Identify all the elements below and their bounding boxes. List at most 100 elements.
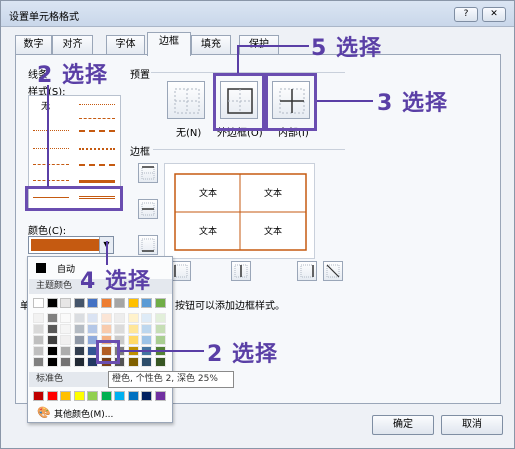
- border-center-button[interactable]: [231, 261, 251, 281]
- theme-shade-swatch[interactable]: [73, 357, 85, 367]
- standard-color-swatch[interactable]: [114, 391, 125, 401]
- standard-color-swatch[interactable]: [73, 391, 85, 401]
- line-style-dot[interactable]: [33, 148, 69, 149]
- tab-number[interactable]: 数字: [15, 35, 52, 55]
- theme-shade-swatch[interactable]: [127, 313, 139, 323]
- theme-shade-swatch[interactable]: [154, 357, 166, 367]
- color-tooltip: 橙色, 个性色 2, 深色 25%: [108, 371, 234, 388]
- border-preview[interactable]: 文本 文本 文本 文本: [164, 163, 315, 259]
- theme-shade-swatch[interactable]: [46, 346, 58, 356]
- theme-shade-swatch[interactable]: [100, 313, 112, 323]
- help-button[interactable]: ?: [454, 7, 478, 22]
- theme-shade-swatch[interactable]: [46, 313, 58, 323]
- theme-shade-swatch[interactable]: [114, 313, 125, 323]
- border-diagonal-button[interactable]: [323, 261, 343, 281]
- theme-shade-swatch[interactable]: [60, 324, 71, 334]
- standard-color-swatch[interactable]: [141, 391, 152, 401]
- standard-color-swatch[interactable]: [60, 391, 71, 401]
- tab-border[interactable]: 边框: [147, 32, 191, 56]
- theme-color-swatch[interactable]: [73, 298, 85, 308]
- theme-shade-swatch[interactable]: [141, 313, 152, 323]
- theme-shade-swatch[interactable]: [73, 346, 85, 356]
- theme-color-swatch[interactable]: [114, 298, 125, 308]
- standard-color-swatch[interactable]: [127, 391, 139, 401]
- theme-shade-swatch[interactable]: [154, 313, 166, 323]
- line-style-dotted[interactable]: [79, 104, 115, 105]
- theme-shade-swatch[interactable]: [33, 335, 44, 345]
- theme-shade-swatch[interactable]: [87, 324, 98, 334]
- annotation-step-4: 4 选择: [80, 269, 151, 294]
- theme-shade-swatch[interactable]: [33, 313, 44, 323]
- border-top-button[interactable]: [138, 163, 158, 183]
- tab-font[interactable]: 字体: [106, 35, 145, 55]
- automatic-color-swatch[interactable]: [36, 263, 46, 273]
- automatic-color-option[interactable]: 自动: [57, 262, 75, 275]
- line-style-medium-dash[interactable]: [79, 164, 115, 166]
- theme-color-swatch[interactable]: [154, 298, 166, 308]
- more-colors-option[interactable]: 其他颜色(M)...: [54, 407, 113, 420]
- theme-color-swatch[interactable]: [60, 298, 71, 308]
- theme-color-swatch[interactable]: [33, 298, 44, 308]
- theme-shade-swatch[interactable]: [46, 335, 58, 345]
- annotation-step-5: 5 选择: [311, 36, 382, 61]
- annotation-connector: [237, 45, 239, 73]
- theme-color-swatch[interactable]: [87, 298, 98, 308]
- standard-color-swatch[interactable]: [33, 391, 44, 401]
- theme-shade-swatch[interactable]: [60, 346, 71, 356]
- standard-color-swatch[interactable]: [100, 391, 112, 401]
- border-bottom-button[interactable]: [138, 235, 158, 255]
- preset-none-button[interactable]: [167, 81, 205, 119]
- border-middle-button[interactable]: [138, 199, 158, 219]
- theme-shade-swatch[interactable]: [60, 335, 71, 345]
- close-button[interactable]: ✕: [482, 7, 506, 22]
- tab-alignment[interactable]: 对齐: [52, 35, 93, 55]
- preview-cell-text: 文本: [263, 227, 282, 237]
- theme-shade-swatch[interactable]: [73, 313, 85, 323]
- line-style-slant[interactable]: [79, 148, 115, 150]
- theme-shade-swatch[interactable]: [141, 357, 152, 367]
- annotation-step-2b: 2 选择: [207, 342, 278, 367]
- standard-color-swatch[interactable]: [87, 391, 98, 401]
- standard-color-swatch[interactable]: [154, 391, 166, 401]
- border-group-label: 边框: [130, 147, 150, 158]
- ok-button[interactable]: 确定: [372, 415, 434, 435]
- highlight-inside-preset: [265, 73, 317, 131]
- theme-shade-swatch[interactable]: [87, 313, 98, 323]
- theme-shade-swatch[interactable]: [141, 324, 152, 334]
- theme-shade-swatch[interactable]: [127, 335, 139, 345]
- theme-shade-swatch[interactable]: [46, 324, 58, 334]
- theme-shade-swatch[interactable]: [33, 357, 44, 367]
- line-style-thick[interactable]: [79, 180, 115, 183]
- theme-shade-swatch[interactable]: [60, 313, 71, 323]
- theme-color-swatch[interactable]: [141, 298, 152, 308]
- theme-shade-swatch[interactable]: [141, 335, 152, 345]
- theme-shade-swatch[interactable]: [60, 357, 71, 367]
- theme-color-swatch[interactable]: [100, 298, 112, 308]
- line-style-dash-dot[interactable]: [79, 118, 115, 119]
- theme-shade-swatch[interactable]: [154, 335, 166, 345]
- border-right-button[interactable]: [297, 261, 317, 281]
- theme-shade-swatch[interactable]: [114, 324, 125, 334]
- theme-color-swatch[interactable]: [46, 298, 58, 308]
- theme-shade-swatch[interactable]: [100, 324, 112, 334]
- line-style-long-dash[interactable]: [33, 180, 69, 181]
- theme-shade-swatch[interactable]: [127, 357, 139, 367]
- theme-shade-swatch[interactable]: [33, 324, 44, 334]
- cancel-button[interactable]: 取消: [441, 415, 503, 435]
- theme-shade-swatch[interactable]: [127, 324, 139, 334]
- line-color-dropdown[interactable]: ▼: [28, 236, 114, 254]
- tab-fill[interactable]: 填充: [191, 35, 231, 55]
- theme-shade-swatch[interactable]: [33, 346, 44, 356]
- theme-shade-swatch[interactable]: [73, 324, 85, 334]
- theme-shade-swatch[interactable]: [154, 324, 166, 334]
- annotation-connector: [106, 241, 108, 265]
- theme-shade-swatch[interactable]: [73, 335, 85, 345]
- theme-color-swatch[interactable]: [127, 298, 139, 308]
- border-left-button[interactable]: [171, 261, 191, 281]
- format-cells-dialog: 设置单元格格式 ? ✕ 数字 对齐 字体 边框 填充 保护 线条 样式(S): …: [0, 0, 515, 449]
- line-style-dash[interactable]: [33, 164, 69, 165]
- theme-shade-swatch[interactable]: [46, 357, 58, 367]
- line-style-hair[interactable]: [33, 130, 69, 131]
- standard-color-swatch[interactable]: [46, 391, 58, 401]
- line-style-medium-dash-dot[interactable]: [79, 130, 115, 132]
